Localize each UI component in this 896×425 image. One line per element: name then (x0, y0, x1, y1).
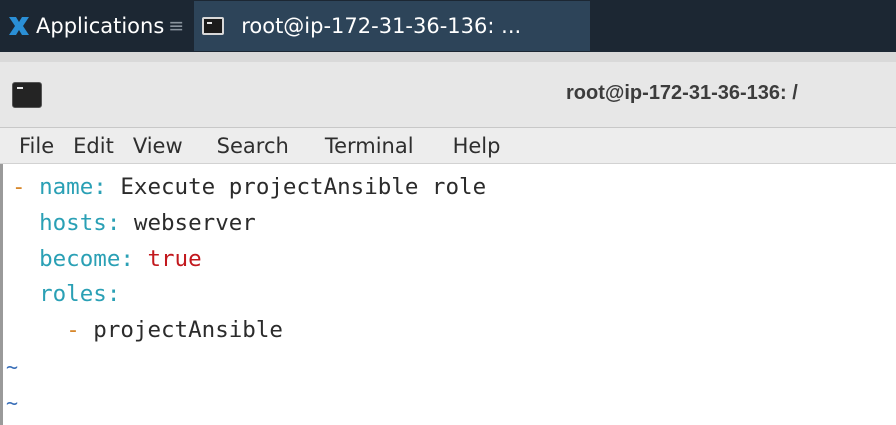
menu-edit[interactable]: Edit (73, 134, 114, 158)
yaml-value-name: Execute projectAnsible role (106, 174, 487, 200)
menu-view[interactable]: View (133, 134, 183, 158)
menu-help[interactable]: Help (453, 134, 501, 158)
yaml-list-dash: - (12, 174, 26, 200)
vim-empty-line-tilde: ~ (6, 391, 19, 415)
yaml-key-hosts: hosts: (39, 210, 121, 236)
vim-empty-line-tilde: ~ (6, 355, 19, 379)
terminal-left-edge (0, 164, 3, 425)
yaml-line-role-item: - projectAnsible (12, 314, 283, 346)
applications-label: Applications (36, 14, 165, 38)
terminal-menubar: File Edit View Search Terminal Help (0, 128, 896, 164)
yaml-line-become: become: true (12, 243, 202, 275)
applications-menu-button[interactable]: Applications ≡ (0, 0, 190, 52)
yaml-key-name: name: (39, 174, 107, 200)
top-panel: Applications ≡ root@ip-172-31-36-136: ..… (0, 0, 896, 52)
window-title: root@ip-172-31-36-136: / (566, 82, 798, 104)
yaml-key-roles: roles: (39, 281, 121, 307)
menu-search[interactable]: Search (217, 134, 289, 158)
yaml-value-role: projectAnsible (79, 317, 283, 343)
yaml-key-become: become: (39, 246, 134, 272)
terminal-icon (202, 17, 225, 35)
xfce-logo-icon (9, 17, 29, 35)
terminal-text-area[interactable]: - name: Execute projectAnsible role host… (0, 164, 896, 425)
window-titlebar[interactable]: root@ip-172-31-36-136: / (0, 52, 896, 128)
menu-file[interactable]: File (19, 134, 54, 158)
desktop: Applications ≡ root@ip-172-31-36-136: ..… (0, 0, 896, 425)
yaml-value-become: true (133, 246, 202, 272)
yaml-list-dash: - (66, 317, 80, 343)
taskbar-terminal-window-button[interactable]: root@ip-172-31-36-136: ... (194, 1, 591, 51)
yaml-line-roles: roles: (12, 278, 120, 310)
yaml-line-hosts: hosts: webserver (12, 207, 256, 239)
taskbar-window-title: root@ip-172-31-36-136: ... (241, 14, 522, 38)
terminal-window-icon[interactable] (12, 82, 42, 108)
yaml-line-name: - name: Execute projectAnsible role (12, 171, 486, 203)
yaml-value-hosts: webserver (120, 210, 256, 236)
menu-terminal[interactable]: Terminal (325, 134, 414, 158)
menu-glyph-icon: ≡ (168, 15, 185, 37)
